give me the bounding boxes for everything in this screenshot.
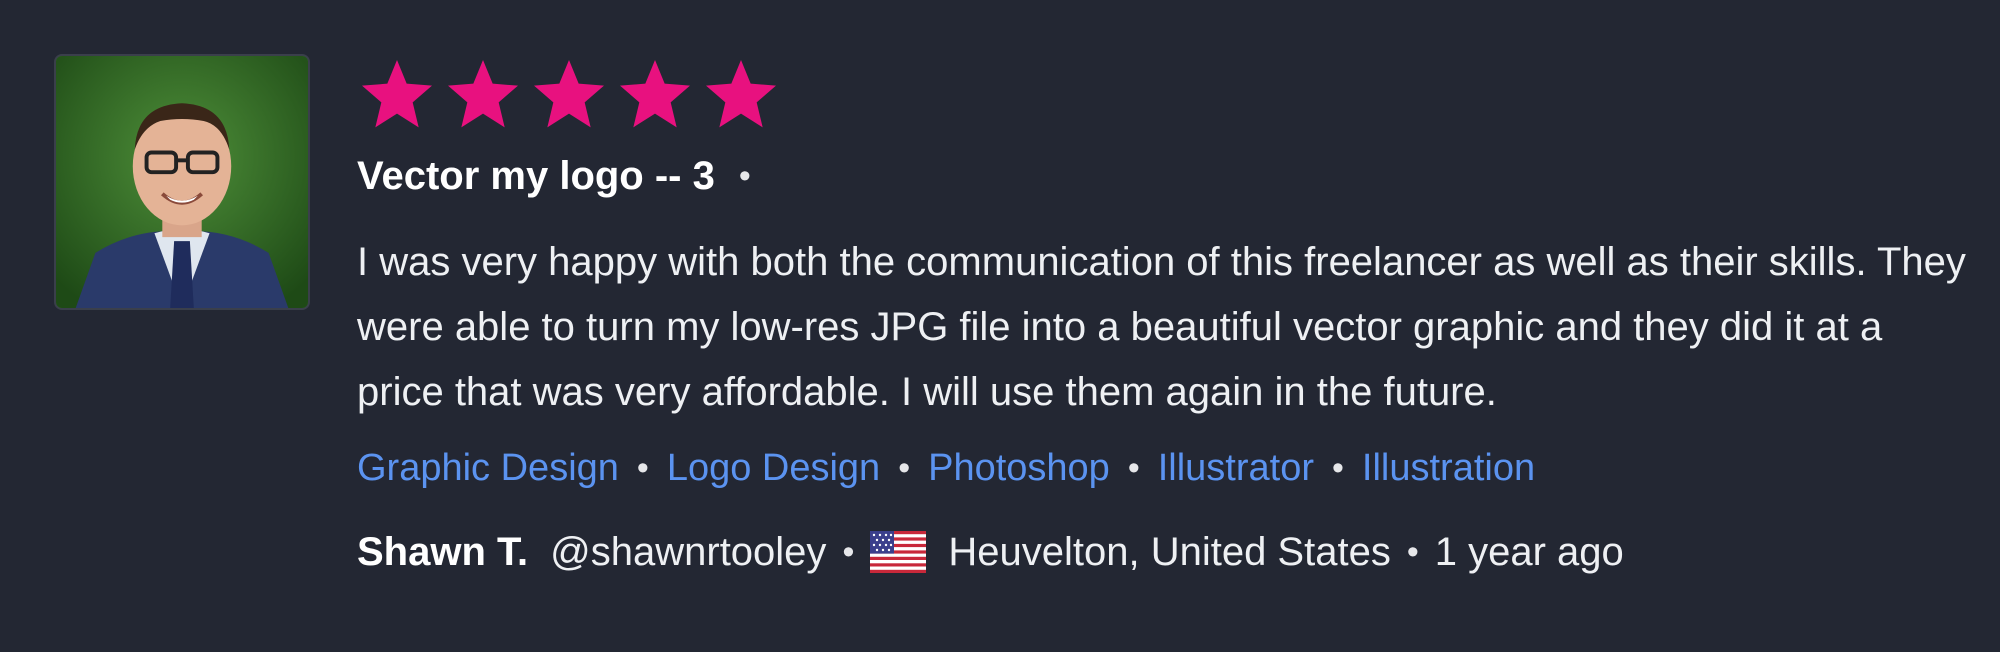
tag-illustration[interactable]: Illustration: [1362, 447, 1535, 490]
review-card: Vector my logo -- 3 • I was very happy w…: [0, 0, 2000, 652]
reviewer-handle[interactable]: @shawnrtooley: [550, 530, 826, 575]
project-title[interactable]: Vector my logo -- 3: [357, 154, 715, 199]
separator-dot: •: [1332, 448, 1344, 487]
star-icon: [529, 54, 609, 134]
review-content: Vector my logo -- 3 • I was very happy w…: [357, 54, 1966, 583]
review-title-row: Vector my logo -- 3 •: [357, 152, 1957, 200]
reviewer-avatar[interactable]: [54, 54, 310, 310]
tag-illustrator[interactable]: Illustrator: [1158, 447, 1314, 490]
star-icon: [701, 54, 781, 134]
review-body: I was very happy with both the communica…: [357, 240, 1966, 414]
star-icon: [357, 54, 437, 134]
separator-dot: •: [842, 532, 855, 571]
reviewer-name[interactable]: Shawn T.: [357, 530, 528, 575]
reviewer-meta: Shawn T. @shawnrtooley • Heuvelton, Unit…: [357, 521, 1957, 583]
separator-dot: •: [898, 448, 911, 487]
separator-dot: •: [738, 156, 751, 195]
skill-tags: Graphic Design • Logo Design • Photoshop…: [357, 437, 1957, 499]
star-rating: [357, 54, 1957, 134]
review-time-ago: 1 year ago: [1434, 529, 1624, 574]
tag-logo-design[interactable]: Logo Design: [667, 447, 880, 490]
star-icon: [615, 54, 695, 134]
separator-dot: •: [1127, 448, 1140, 487]
separator-dot: •: [1406, 532, 1419, 571]
reviewer-location: Heuvelton, United States: [948, 529, 1391, 574]
star-icon: [443, 54, 523, 134]
tag-graphic-design[interactable]: Graphic Design: [357, 447, 619, 490]
us-flag-icon: [870, 531, 927, 573]
separator-dot: •: [636, 448, 649, 487]
tag-photoshop[interactable]: Photoshop: [928, 447, 1110, 490]
